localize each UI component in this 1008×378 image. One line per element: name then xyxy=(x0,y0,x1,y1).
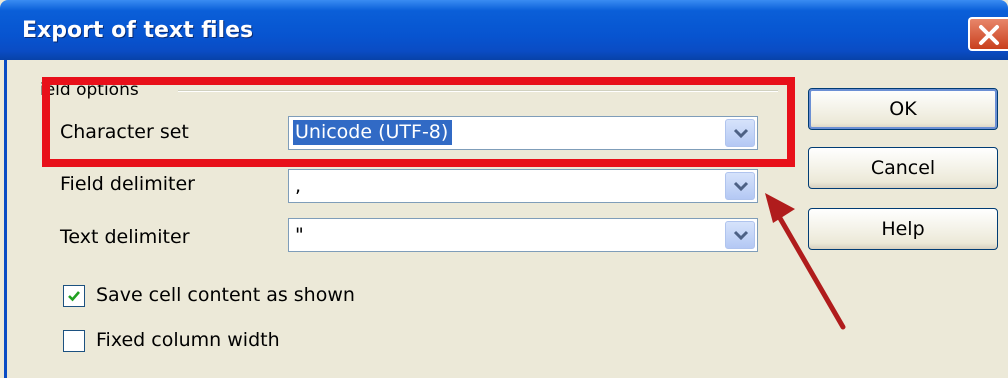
character-set-label: Character set xyxy=(60,121,189,143)
group-divider xyxy=(178,90,778,92)
text-delimiter-select[interactable]: " xyxy=(288,218,758,252)
field-delimiter-value: , xyxy=(295,175,302,197)
title-bar[interactable]: Export of text files xyxy=(0,0,1008,60)
character-set-value: Unicode (UTF-8) xyxy=(291,119,454,146)
window-title: Export of text files xyxy=(22,18,254,43)
close-icon xyxy=(979,25,999,45)
chevron-down-icon xyxy=(733,230,749,241)
checkmark-icon xyxy=(68,291,80,302)
field-delimiter-label: Field delimiter xyxy=(60,173,195,195)
fixed-column-width-checkbox[interactable] xyxy=(63,330,85,352)
annotation-arrow-icon xyxy=(765,193,846,330)
text-delimiter-value: " xyxy=(295,224,304,246)
save-cell-content-label[interactable]: Save cell content as shown xyxy=(96,284,355,306)
ok-button[interactable]: OK xyxy=(808,88,998,130)
text-delimiter-dropdown-button[interactable] xyxy=(725,221,755,249)
field-options-group-label: ield options xyxy=(40,80,143,100)
chevron-down-icon xyxy=(733,128,749,139)
character-set-select[interactable]: Unicode (UTF-8) xyxy=(288,116,758,150)
field-delimiter-select[interactable]: , xyxy=(288,169,758,203)
close-button[interactable] xyxy=(968,17,1008,51)
save-cell-content-checkbox[interactable] xyxy=(63,285,85,307)
export-text-files-dialog: Export of text files ield options Charac… xyxy=(0,0,1008,378)
text-delimiter-label: Text delimiter xyxy=(60,226,190,248)
cancel-button[interactable]: Cancel xyxy=(808,147,998,189)
chevron-down-icon xyxy=(733,181,749,192)
character-set-dropdown-button[interactable] xyxy=(725,119,755,147)
fixed-column-width-label[interactable]: Fixed column width xyxy=(96,329,280,351)
field-delimiter-dropdown-button[interactable] xyxy=(725,172,755,200)
